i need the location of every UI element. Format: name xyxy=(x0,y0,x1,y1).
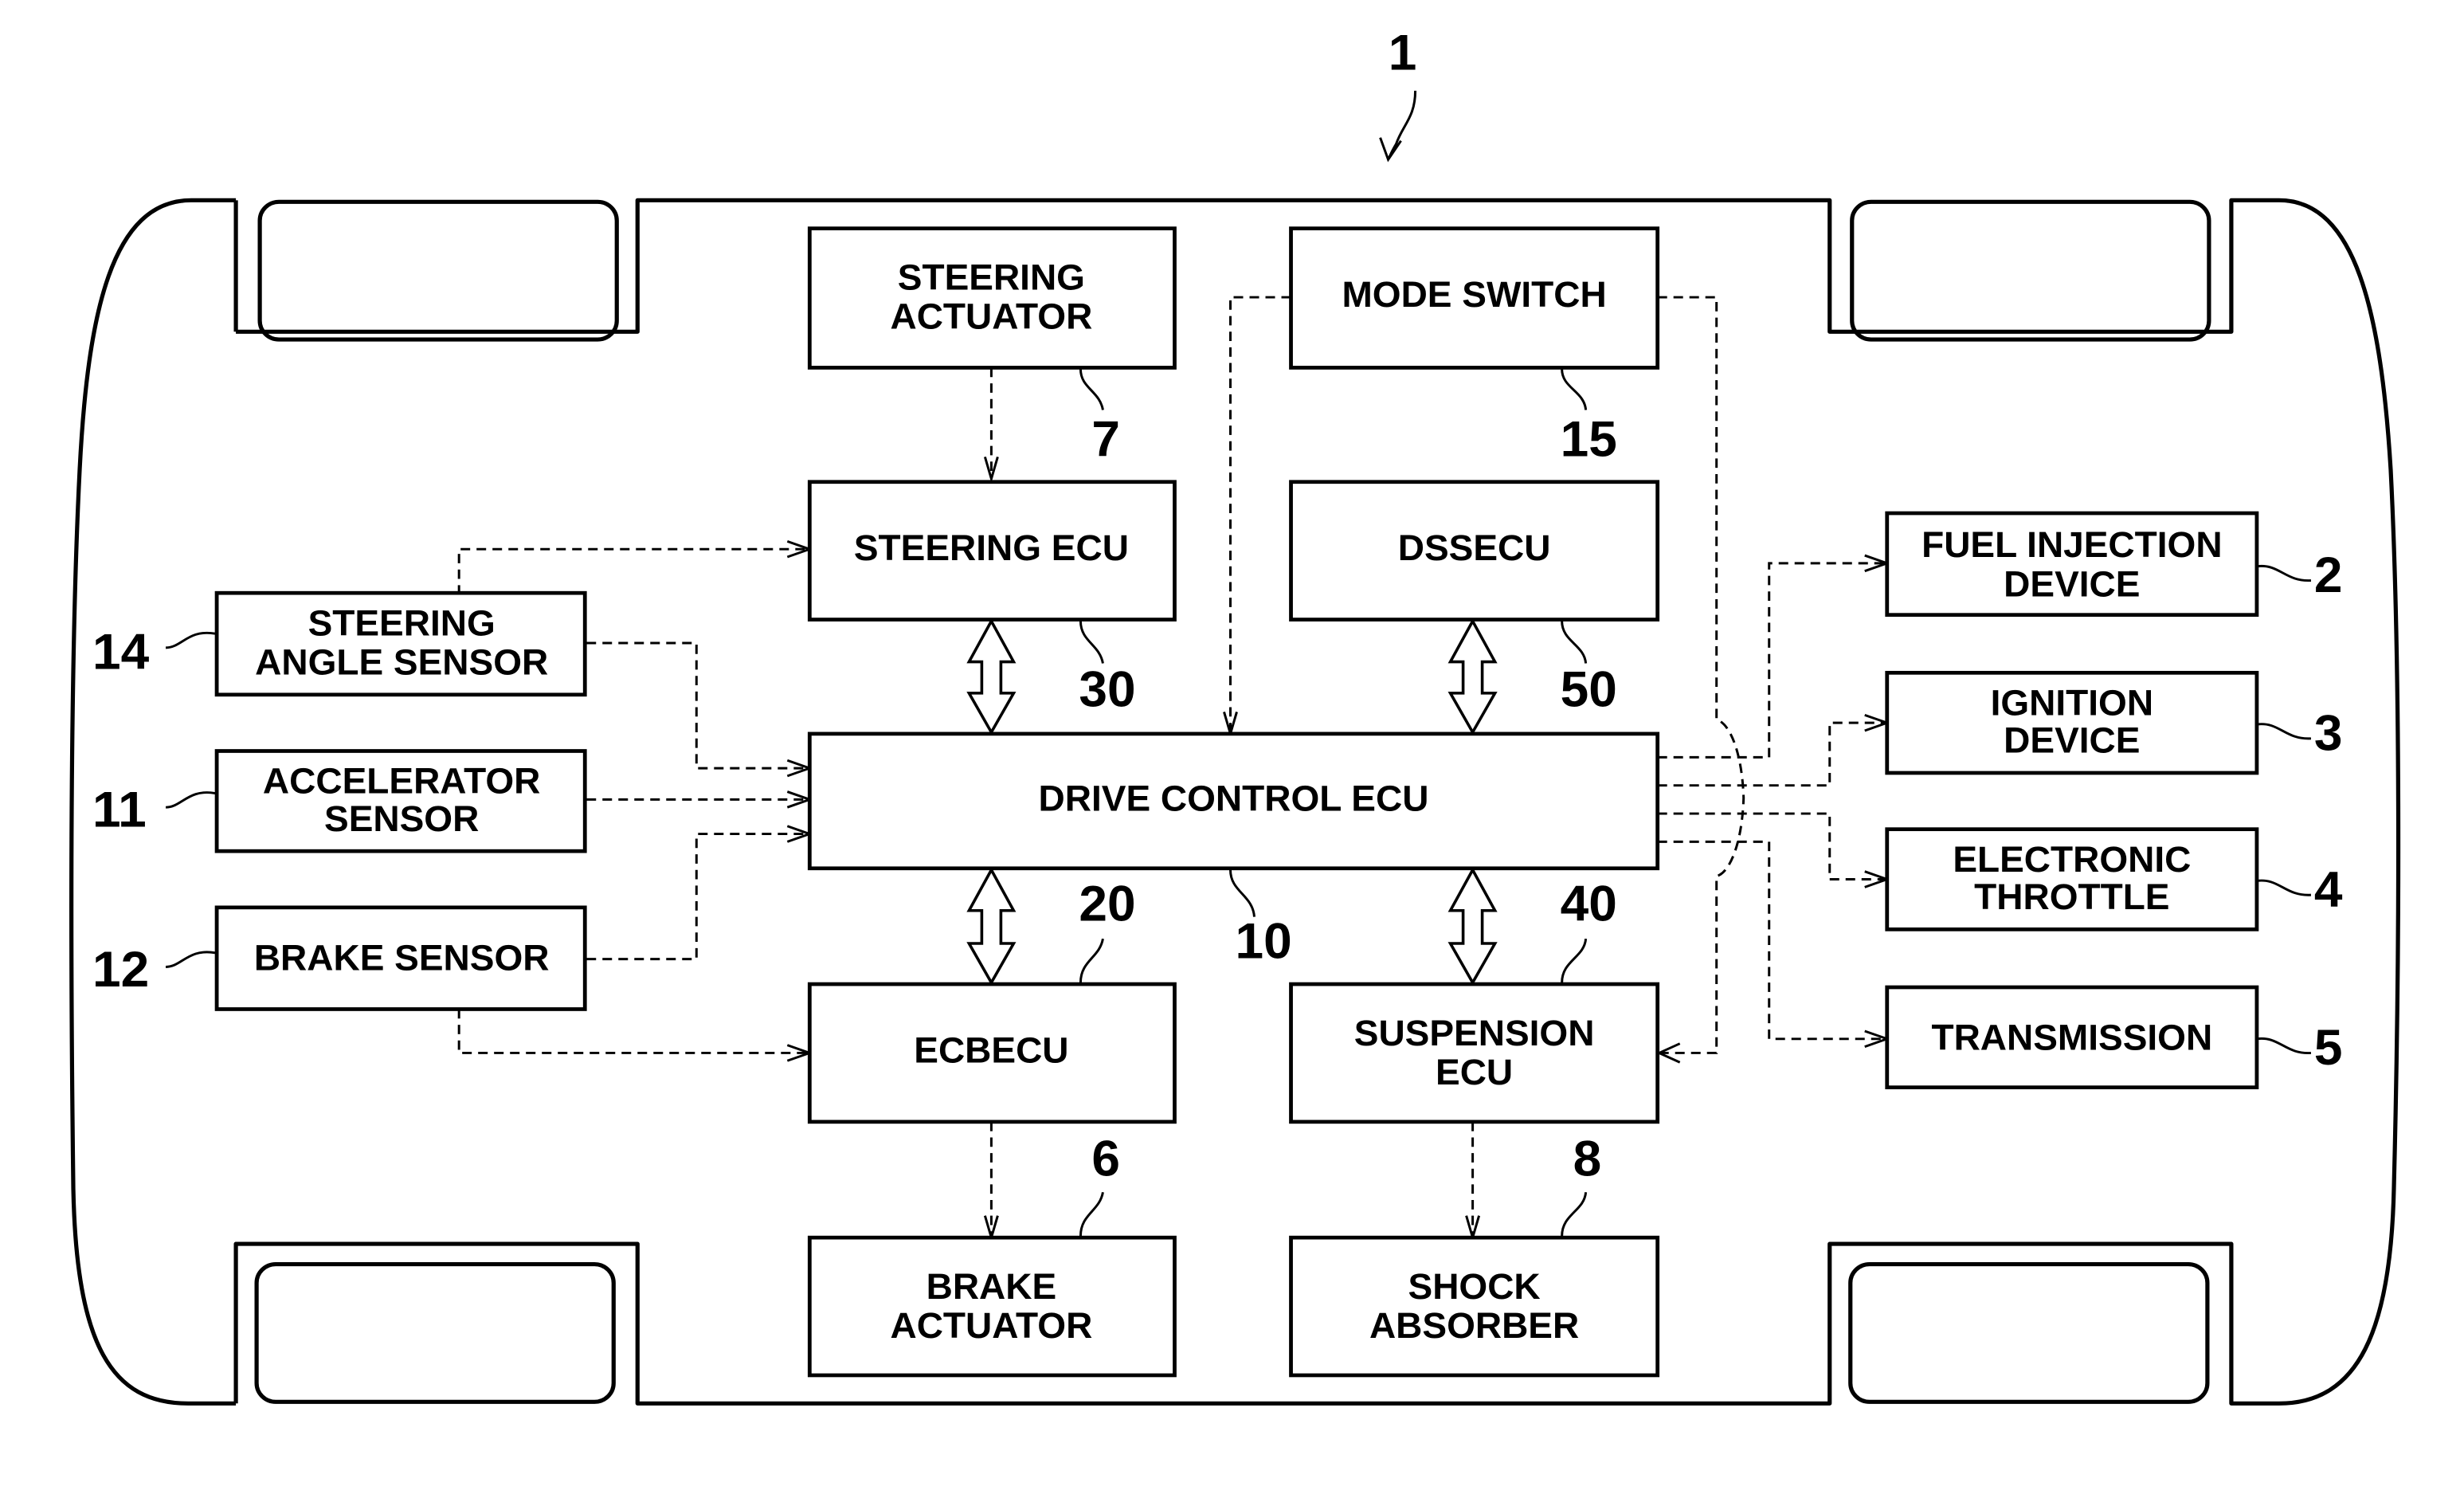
label-line-2: SENSOR xyxy=(324,798,479,839)
label-line-2: ANGLE SENSOR xyxy=(255,642,548,683)
block-mode-switch: MODE SWITCH xyxy=(1289,226,1660,370)
leader-50 xyxy=(1561,621,1588,664)
vehicle-ref-arrow-icon xyxy=(1379,90,1417,163)
line-steering-angle-sensor-to-drive-ecu xyxy=(586,641,809,770)
ref-numeral-10: 10 xyxy=(1236,914,1292,969)
label-line-2: THROTTLE xyxy=(1974,876,2169,917)
label-line-2: DEVICE xyxy=(2004,720,2140,761)
leader-8 xyxy=(1561,1191,1588,1237)
label-line-1: STEERING xyxy=(308,603,496,644)
leader-15 xyxy=(1561,369,1588,410)
block-ignition-device: IGNITION DEVICE xyxy=(1885,670,2259,775)
line-drive-ecu-to-ignition xyxy=(1657,721,1886,787)
ref-numeral-8: 8 xyxy=(1573,1131,1602,1186)
label-line-1: FUEL INJECTION xyxy=(1921,525,2222,566)
ref-numeral-40: 40 xyxy=(1561,876,1617,931)
bus-arrow-ecbecu-drive-ecu-icon xyxy=(966,867,1017,986)
ref-numeral-3: 3 xyxy=(2314,706,2343,761)
label-line-1: STEERING ECU xyxy=(854,527,1129,568)
line-drive-ecu-to-transmission xyxy=(1657,840,1886,1041)
line-brake-sensor-to-drive-ecu xyxy=(586,833,809,961)
ref-numeral-6: 6 xyxy=(1091,1131,1120,1186)
leader-3 xyxy=(2256,723,2312,740)
line-mode-switch-to-suspension-ecu xyxy=(1657,296,1745,1054)
line-steering-angle-sensor-to-steering-ecu xyxy=(457,547,809,595)
ref-numeral-vehicle: 1 xyxy=(1389,25,1417,80)
ref-numeral-4: 4 xyxy=(2314,862,2343,917)
block-suspension-ecu: SUSPENSION ECU xyxy=(1289,982,1660,1124)
vehicle-control-block-diagram: 1 STEERING ACTUATOR 7 MODE SWITCH 15 STE… xyxy=(69,25,2401,1406)
label-line-1: SHOCK xyxy=(1408,1266,1541,1307)
label-line-2: DEVICE xyxy=(2004,564,2140,605)
ref-numeral-15: 15 xyxy=(1561,412,1617,467)
block-electronic-throttle: ELECTRONIC THROTTLE xyxy=(1885,827,2259,931)
block-steering-actuator: STEERING ACTUATOR xyxy=(807,226,1177,370)
block-brake-actuator: BRAKE ACTUATOR xyxy=(807,1235,1177,1378)
leader-7 xyxy=(1079,369,1104,410)
ref-numeral-50: 50 xyxy=(1561,662,1617,717)
block-steering-angle-sensor: STEERING ANGLE SENSOR xyxy=(214,590,587,697)
leader-10 xyxy=(1228,869,1256,917)
label-line-1: ACCELERATOR xyxy=(263,761,540,802)
label-line-2: ABSORBER xyxy=(1369,1305,1579,1346)
leader-4 xyxy=(2256,879,2312,896)
leader-40 xyxy=(1561,938,1588,983)
label-line-1: ECBECU xyxy=(914,1030,1068,1071)
wheel-front-right xyxy=(1850,199,2211,342)
ref-numeral-2: 2 xyxy=(2314,548,2343,603)
leader-6 xyxy=(1079,1191,1104,1237)
label-line-1: DSSECU xyxy=(1398,527,1551,568)
block-fuel-injection-device: FUEL INJECTION DEVICE xyxy=(1885,511,2259,618)
leader-11 xyxy=(165,791,216,809)
label-line-1: DRIVE CONTROL ECU xyxy=(1039,778,1429,819)
label-line-1: IGNITION xyxy=(1991,683,2153,724)
leader-12 xyxy=(165,951,216,968)
ref-numeral-30: 30 xyxy=(1079,662,1135,717)
leader-30 xyxy=(1079,621,1104,664)
block-ecbecu: ECBECU xyxy=(807,982,1177,1124)
bus-arrow-steering-ecu-drive-ecu-icon xyxy=(966,618,1017,735)
line-brake-sensor-to-ecbecu xyxy=(457,1009,809,1054)
wheel-front-left xyxy=(257,199,619,342)
label-line-1: SUSPENSION xyxy=(1354,1013,1595,1053)
bus-arrow-suspension-ecu-drive-ecu-icon xyxy=(1447,867,1498,986)
leader-2 xyxy=(2256,564,2312,582)
wheel-rear-left xyxy=(254,1261,616,1404)
ref-numeral-5: 5 xyxy=(2314,1021,2343,1076)
label-line-1: STEERING xyxy=(898,257,1085,298)
label-line-1: ELECTRONIC xyxy=(1953,839,2191,880)
block-transmission: TRANSMISSION xyxy=(1885,985,2259,1090)
bus-arrow-dssecu-drive-ecu-icon xyxy=(1447,618,1498,735)
block-dssecu: DSSECU xyxy=(1289,480,1660,622)
ref-numeral-11: 11 xyxy=(92,782,147,837)
ref-numeral-7: 7 xyxy=(1091,412,1120,467)
label-line-1: MODE SWITCH xyxy=(1342,274,1606,315)
leader-5 xyxy=(2256,1037,2312,1054)
label-line-1: TRANSMISSION xyxy=(1931,1018,2212,1058)
block-brake-sensor: BRAKE SENSOR xyxy=(214,905,587,1011)
ref-numeral-14: 14 xyxy=(92,625,149,680)
block-steering-ecu: STEERING ECU xyxy=(807,480,1177,622)
label-line-1: BRAKE SENSOR xyxy=(254,938,550,978)
block-drive-control-ecu: DRIVE CONTROL ECU xyxy=(807,731,1660,871)
block-accelerator-sensor: ACCELERATOR SENSOR xyxy=(214,749,587,853)
ref-numeral-12: 12 xyxy=(92,942,149,997)
label-line-2: ACTUATOR xyxy=(890,1305,1092,1346)
ref-numeral-20: 20 xyxy=(1079,876,1135,931)
line-drive-ecu-to-electronic-throttle xyxy=(1657,812,1886,880)
block-shock-absorber: SHOCK ABSORBER xyxy=(1289,1235,1660,1378)
wheel-rear-right xyxy=(1848,1261,2210,1404)
leader-20 xyxy=(1079,938,1104,983)
label-line-1: BRAKE xyxy=(926,1266,1057,1307)
leader-14 xyxy=(165,631,216,649)
label-line-2: ACTUATOR xyxy=(890,296,1092,337)
line-mode-switch-to-drive-ecu xyxy=(1228,296,1291,732)
label-line-2: ECU xyxy=(1436,1052,1513,1092)
line-drive-ecu-to-fuel-injection xyxy=(1657,562,1886,759)
